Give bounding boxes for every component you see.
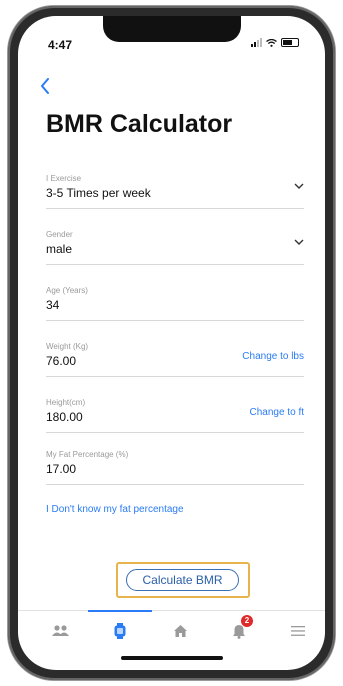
age-label: Age (Years) <box>46 286 88 295</box>
height-input[interactable]: Height(cm) 180.00 Change to ft <box>46 398 304 433</box>
calculate-button-highlight: Calculate BMR <box>116 562 250 598</box>
exercise-select[interactable]: I Exercise 3-5 Times per week <box>46 174 304 209</box>
tab-menu[interactable] <box>288 623 308 639</box>
tab-notifications[interactable]: 2 <box>229 615 253 639</box>
fat-percentage-input[interactable]: My Fat Percentage (%) 17.00 <box>46 450 304 485</box>
height-value: 180.00 <box>46 410 83 424</box>
home-icon <box>173 625 187 637</box>
age-input[interactable]: Age (Years) 34 <box>46 286 304 321</box>
exercise-label: I Exercise <box>46 174 82 183</box>
back-button[interactable] <box>40 76 50 98</box>
fat-percentage-value: 17.00 <box>46 462 77 476</box>
exercise-value: 3-5 Times per week <box>46 186 151 200</box>
fat-percentage-label: My Fat Percentage (%) <box>46 450 129 459</box>
height-label: Height(cm) <box>46 398 86 407</box>
home-indicator <box>121 656 223 660</box>
tab-bar: 2 <box>18 610 325 647</box>
status-icons <box>251 38 299 47</box>
age-value: 34 <box>46 298 60 312</box>
calculate-bmr-button[interactable]: Calculate BMR <box>126 569 239 591</box>
weight-value: 76.00 <box>46 354 77 368</box>
page-title: BMR Calculator <box>46 110 233 138</box>
weight-label: Weight (Kg) <box>46 342 89 351</box>
chevron-down-icon <box>294 239 304 245</box>
change-to-lbs-link[interactable]: Change to lbs <box>242 351 304 362</box>
notification-badge: 2 <box>241 615 253 627</box>
weight-input[interactable]: Weight (Kg) 76.00 Change to lbs <box>46 342 304 377</box>
device-notch <box>103 16 241 42</box>
change-to-ft-link[interactable]: Change to ft <box>250 407 304 418</box>
chevron-down-icon <box>294 183 304 189</box>
unknown-fat-percentage-link[interactable]: I Don't know my fat percentage <box>46 504 184 515</box>
active-tab-indicator <box>88 610 152 612</box>
people-icon <box>52 625 69 636</box>
gender-select[interactable]: Gender male <box>46 230 304 265</box>
status-time: 4:47 <box>48 38 73 52</box>
gender-label: Gender <box>46 230 73 239</box>
tab-home[interactable] <box>170 623 190 639</box>
wifi-icon <box>266 38 277 47</box>
gender-value: male <box>46 242 73 256</box>
chevron-left-icon <box>41 78 49 94</box>
app-screen: 4:47 BMR Calculator I Exercise 3-5 Times… <box>18 16 325 670</box>
menu-icon <box>291 626 305 636</box>
tab-people[interactable] <box>51 623 71 639</box>
signal-icon <box>251 38 262 47</box>
phone-frame: 4:47 BMR Calculator I Exercise 3-5 Times… <box>8 6 335 680</box>
tab-watch[interactable] <box>110 623 130 639</box>
watch-icon <box>114 623 126 639</box>
battery-icon <box>281 38 299 47</box>
